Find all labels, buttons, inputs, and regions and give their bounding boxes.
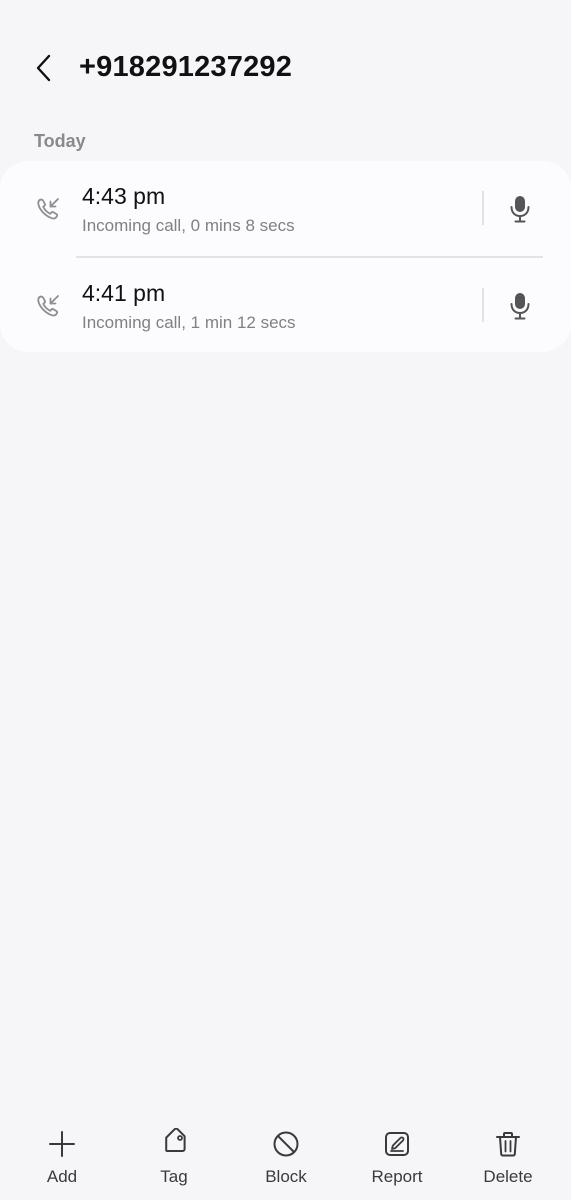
report-button[interactable]: Report	[347, 1118, 447, 1194]
call-time: 4:41 pm	[82, 280, 166, 306]
bottom-toolbar: Add Tag Block Report Delete	[0, 1118, 571, 1200]
call-log-card: 4:43 pm Incoming call, 0 mins 8 secs 4:4…	[0, 161, 571, 352]
call-detail: Incoming call, 1 min 12 secs	[82, 313, 296, 332]
call-recording-button[interactable]	[502, 286, 538, 326]
vertical-divider	[482, 191, 484, 225]
back-button[interactable]	[22, 46, 66, 90]
add-label: Add	[46, 1167, 78, 1186]
incoming-call-icon	[37, 198, 59, 220]
tag-label: Tag	[160, 1167, 188, 1186]
plus-icon	[49, 1131, 75, 1157]
call-recording-button[interactable]	[502, 189, 538, 229]
call-log-item[interactable]: 4:41 pm Incoming call, 1 min 12 secs	[0, 258, 571, 353]
delete-label: Delete	[483, 1167, 533, 1186]
delete-button[interactable]: Delete	[458, 1118, 558, 1194]
report-edit-icon	[385, 1132, 409, 1156]
call-detail: Incoming call, 0 mins 8 secs	[82, 216, 295, 235]
block-label: Block	[265, 1167, 307, 1186]
call-time: 4:43 pm	[82, 183, 166, 209]
chevron-left-icon	[36, 54, 51, 82]
tag-button[interactable]: Tag	[124, 1118, 224, 1194]
vertical-divider	[482, 288, 484, 322]
block-button[interactable]: Block	[236, 1118, 336, 1194]
header: +918291237292	[0, 38, 571, 96]
report-label: Report	[371, 1167, 423, 1186]
microphone-icon	[510, 293, 530, 320]
tag-icon	[165, 1128, 186, 1153]
block-icon	[273, 1131, 299, 1157]
page-title: +918291237292	[79, 51, 293, 83]
call-log-item[interactable]: 4:43 pm Incoming call, 0 mins 8 secs	[0, 161, 571, 256]
section-label-today: Today	[34, 131, 86, 151]
add-button[interactable]: Add	[12, 1118, 112, 1194]
microphone-icon	[510, 196, 530, 223]
trash-icon	[496, 1132, 520, 1157]
call-history-screen: +918291237292 Today 4:43 pm Incoming cal…	[0, 0, 571, 1200]
incoming-call-icon	[37, 295, 59, 317]
